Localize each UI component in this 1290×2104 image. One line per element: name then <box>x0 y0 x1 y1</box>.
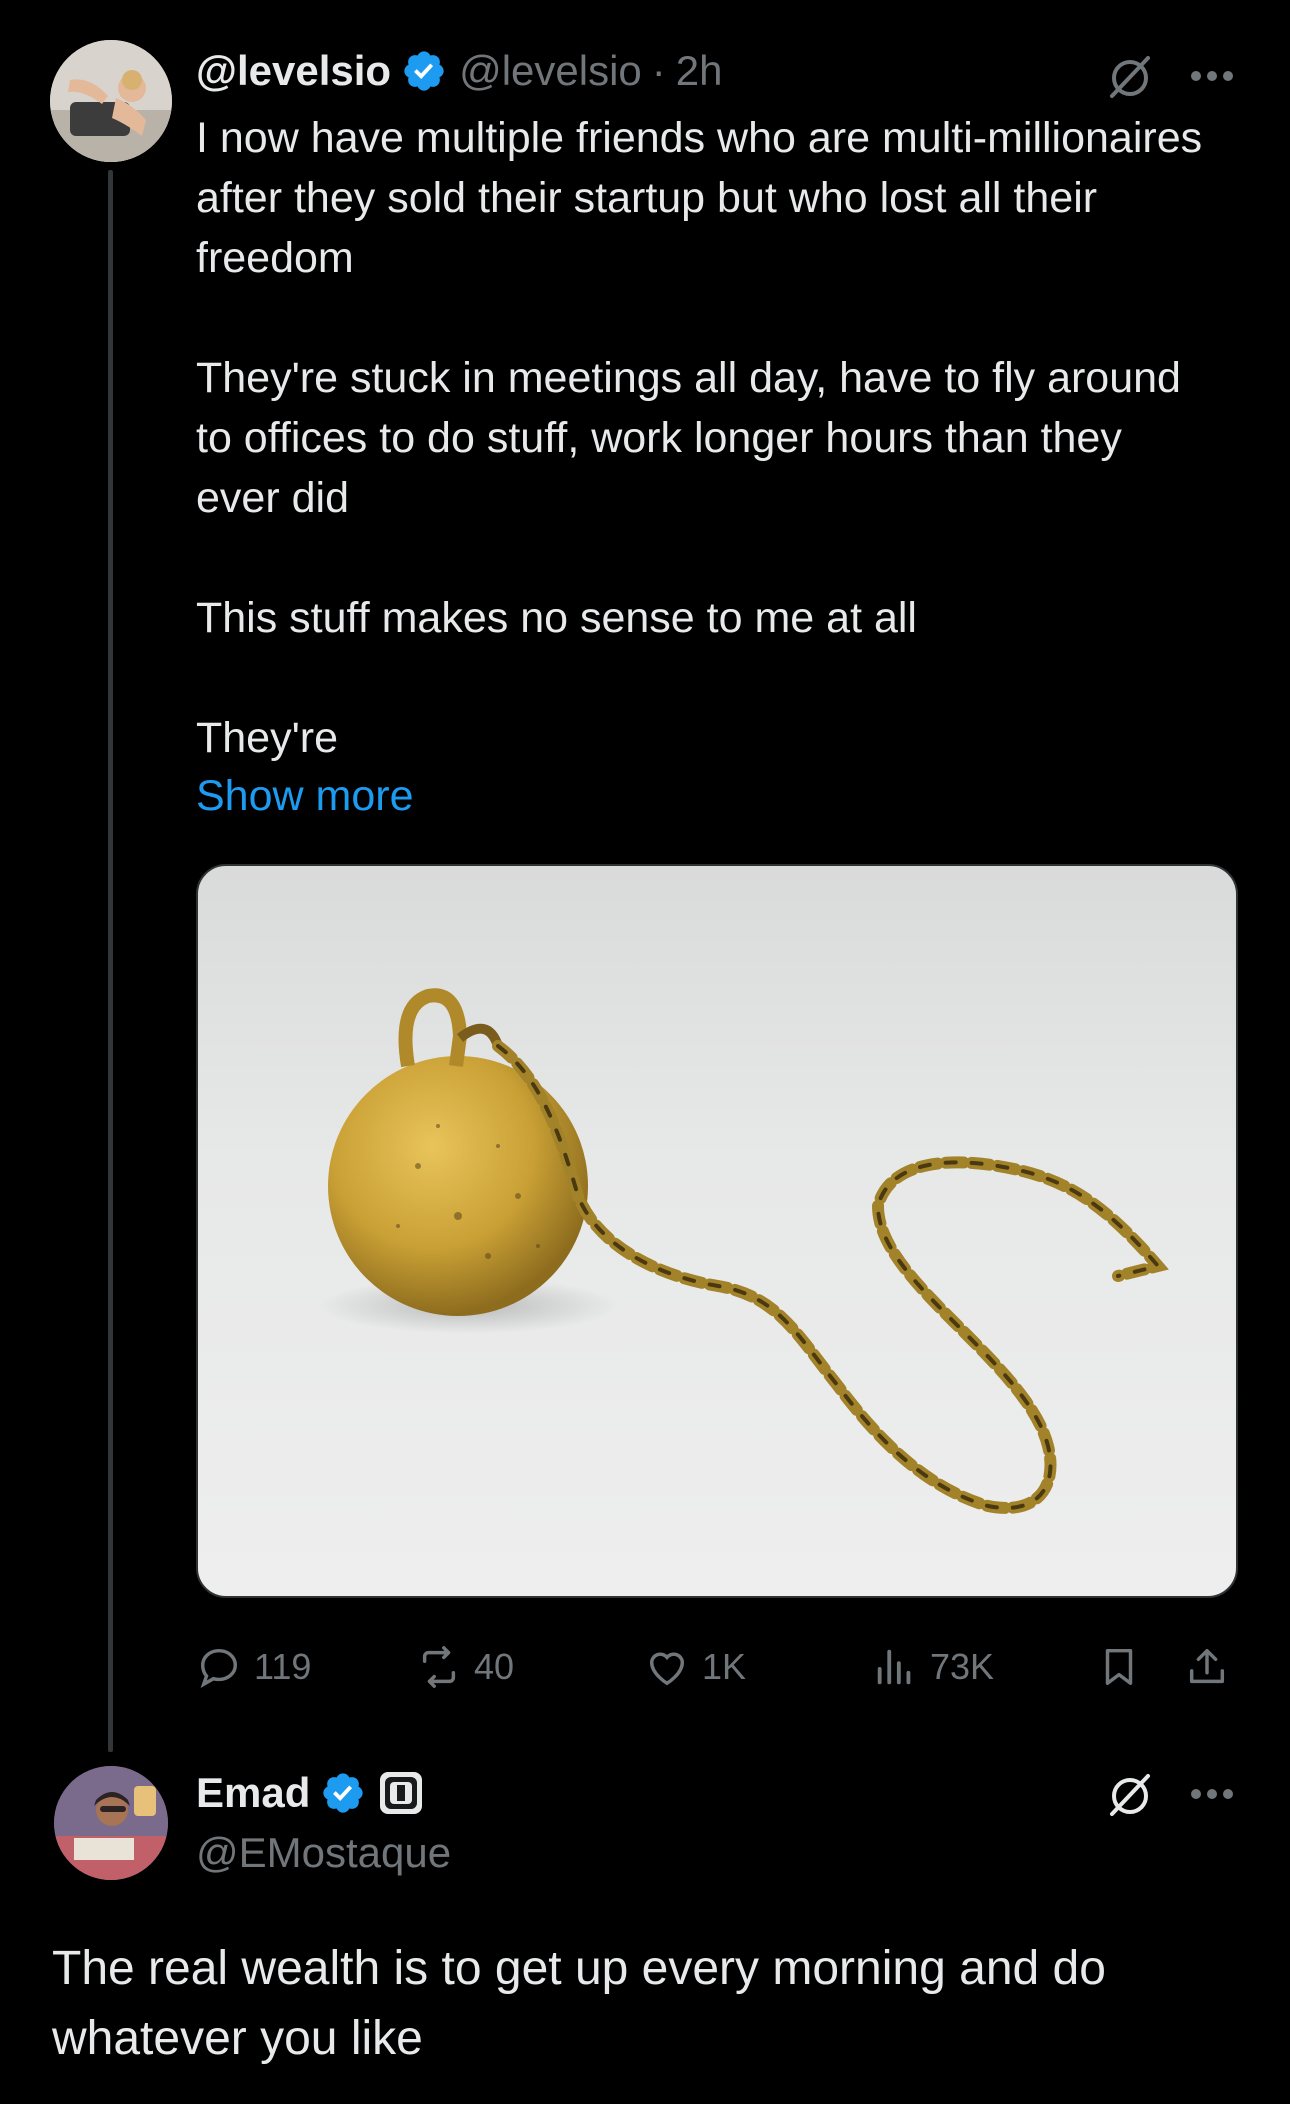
reply-header: Emad <box>196 1762 424 1824</box>
tweet-action-bar: 119 40 1K 73K <box>196 1636 1236 1698</box>
tweet-paragraph: They're <box>196 714 339 762</box>
author-display-name[interactable]: @levelsio <box>196 47 391 95</box>
show-more-link[interactable]: Show more <box>196 766 413 826</box>
like-count: 1K <box>702 1646 747 1687</box>
repost-icon <box>422 1646 456 1688</box>
tweet-paragraph: This stuff makes no sense to me at all <box>196 594 917 642</box>
repost-count: 40 <box>474 1646 515 1687</box>
repost-button[interactable]: 40 <box>416 1636 514 1698</box>
like-button[interactable]: 1K <box>644 1636 746 1698</box>
share-icon <box>1189 1648 1225 1684</box>
reply-count: 119 <box>254 1646 312 1687</box>
grok-icon[interactable] <box>1100 1764 1160 1824</box>
tweet-header: @levelsio @levelsio · 2h <box>196 40 723 102</box>
reply-avatar-illustration <box>54 1766 168 1880</box>
tweet-paragraph: They're stuck in meetings all day, have … <box>196 354 1181 522</box>
views-button[interactable]: 73K <box>872 1636 994 1698</box>
tweet-paragraph: I now have multiple friends who are mult… <box>196 114 1203 282</box>
reply-icon <box>200 1648 238 1689</box>
verified-badge-icon[interactable] <box>401 48 447 94</box>
tweet-media-image[interactable] <box>196 864 1238 1598</box>
affiliate-badge-icon[interactable] <box>378 1770 424 1816</box>
views-icon <box>877 1649 911 1685</box>
bookmark-button[interactable] <box>1096 1636 1154 1698</box>
dot-separator: · <box>651 47 666 94</box>
share-button[interactable] <box>1184 1636 1242 1698</box>
grok-icon[interactable] <box>1100 46 1160 106</box>
thread-connector-line <box>108 170 113 1752</box>
reply-author-avatar[interactable] <box>54 1766 168 1880</box>
reply-button[interactable]: 119 <box>196 1636 311 1698</box>
bookmark-icon <box>1105 1648 1133 1686</box>
tweet-timestamp[interactable]: 2h <box>676 47 723 95</box>
view-count: 73K <box>930 1646 995 1687</box>
tweet-body: I now have multiple friends who are mult… <box>196 108 1206 768</box>
more-icon[interactable] <box>1182 1764 1242 1824</box>
reply-author-handle[interactable]: @EMostaque <box>196 1824 451 1882</box>
verified-badge-icon[interactable] <box>320 1770 366 1816</box>
more-icon[interactable] <box>1182 46 1242 106</box>
reply-author-display-name[interactable]: Emad <box>196 1769 310 1817</box>
like-icon <box>649 1652 685 1686</box>
author-handle[interactable]: @levelsio <box>459 47 642 95</box>
author-avatar[interactable] <box>50 40 172 162</box>
reply-body: The real wealth is to get up every morni… <box>52 1942 1106 2065</box>
ball-and-chain-photo <box>318 988 1169 1514</box>
avatar-photo <box>50 40 172 162</box>
